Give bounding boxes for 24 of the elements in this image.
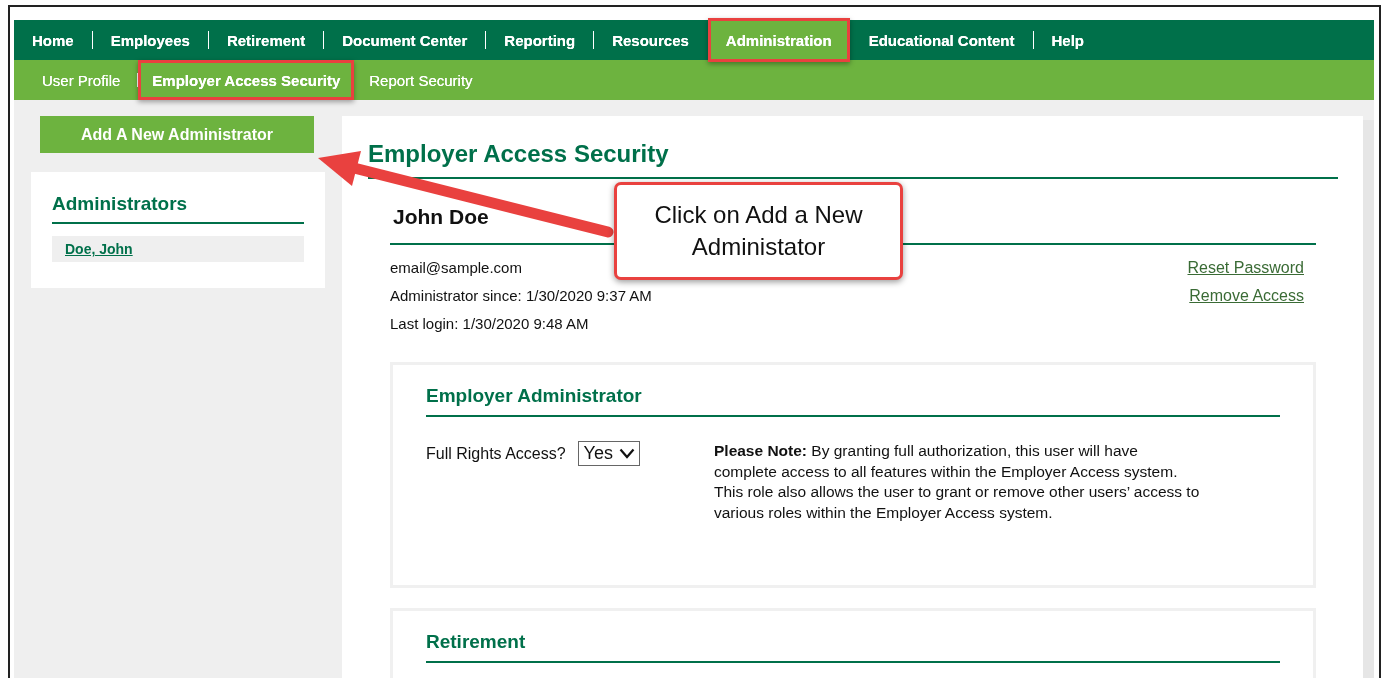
nav-tab[interactable]: Document Center bbox=[324, 18, 486, 62]
scrollbar[interactable] bbox=[1363, 120, 1374, 678]
admin-since-text: Administrator since: 1/30/2020 9:37 AM bbox=[390, 287, 652, 304]
nav-tab[interactable]: Reporting bbox=[486, 18, 594, 62]
user-email: email@sample.com bbox=[390, 259, 523, 276]
action-link[interactable]: Reset Password bbox=[1187, 259, 1304, 276]
section-title: Retirement bbox=[426, 631, 1280, 663]
nav-tab[interactable]: Educational Content bbox=[850, 18, 1033, 62]
nav-tab[interactable]: Retirement bbox=[208, 18, 324, 62]
action-link[interactable]: Remove Access bbox=[1189, 287, 1304, 304]
panel-title: Administrators bbox=[52, 193, 304, 224]
nav-tab[interactable]: Employees bbox=[92, 18, 208, 62]
nav-tab[interactable]: Help bbox=[1033, 18, 1103, 62]
select-field[interactable]: Yes bbox=[577, 441, 640, 466]
nav-tab[interactable]: Resources bbox=[594, 18, 707, 62]
page-title: Employer Access Security bbox=[368, 140, 1338, 179]
note-text: Please Note: By granting full authorization, this user will have complete access to all features within the Employer Access system. This role also allows the user to grant or remove other users’ access to various roles within the Employer Access system. bbox=[714, 441, 1201, 523]
administrator-link[interactable]: Doe, John bbox=[52, 236, 304, 262]
chevron-down-icon bbox=[619, 448, 635, 459]
nav-tab[interactable]: Home bbox=[14, 18, 92, 62]
field-label: Full Rights Access? bbox=[426, 445, 566, 463]
callout-text: Click on Add a New Administator bbox=[614, 182, 903, 280]
section-title: Employer Administrator bbox=[426, 385, 1280, 417]
last-login-text: Last login: 1/30/2020 9:48 AM bbox=[390, 315, 590, 332]
